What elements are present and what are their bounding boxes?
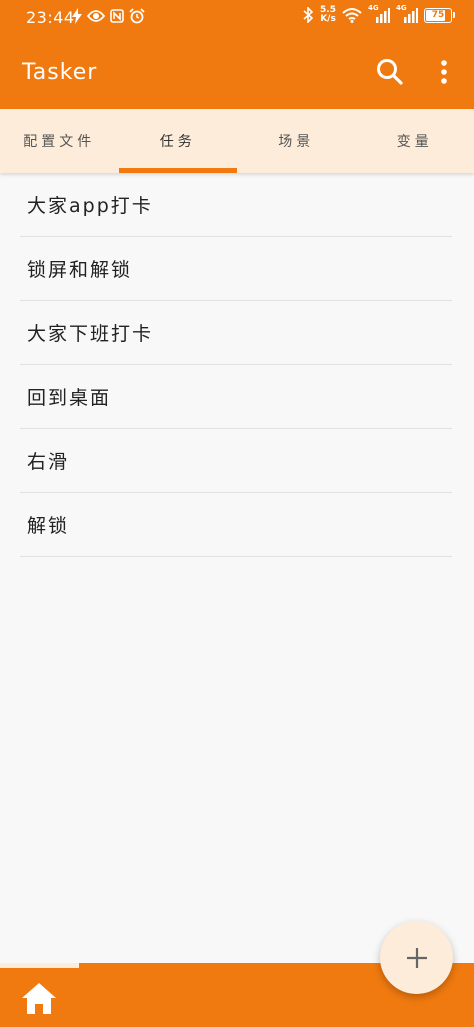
tab-tasks[interactable]: 任务 bbox=[118, 109, 238, 173]
task-item[interactable]: 大家app打卡 bbox=[20, 173, 452, 237]
plus-icon bbox=[406, 947, 427, 968]
tab-label: 场景 bbox=[278, 134, 315, 150]
tab-variables[interactable]: 变量 bbox=[356, 109, 474, 173]
status-right-icons: 5.5 K/s 4G 4G 75 bbox=[302, 4, 455, 24]
task-item[interactable]: 解锁 bbox=[20, 493, 452, 557]
task-list: 大家app打卡 锁屏和解锁 大家下班打卡 回到桌面 右滑 解锁 bbox=[20, 173, 452, 557]
home-icon bbox=[22, 983, 56, 1014]
speed-unit: K/s bbox=[320, 14, 336, 24]
tab-bar: 配置文件 任务 场景 变量 bbox=[0, 109, 474, 173]
flash-icon bbox=[72, 8, 82, 24]
tab-label: 变量 bbox=[396, 134, 433, 150]
search-button[interactable] bbox=[374, 56, 406, 88]
battery-indicator: 75 bbox=[424, 7, 455, 23]
signal-icon bbox=[376, 8, 390, 23]
wifi-icon bbox=[342, 8, 362, 23]
cell-signal-2: 4G bbox=[396, 4, 418, 23]
app-title: Tasker bbox=[22, 60, 98, 85]
network-speed: 5.5 K/s bbox=[320, 6, 336, 24]
status-left-icons bbox=[72, 8, 145, 24]
add-task-button[interactable] bbox=[380, 921, 453, 994]
tab-scenes[interactable]: 场景 bbox=[237, 109, 356, 173]
bluetooth-icon bbox=[303, 7, 314, 23]
search-icon bbox=[377, 59, 403, 85]
tab-label: 任务 bbox=[159, 134, 196, 150]
tab-label: 配置文件 bbox=[23, 134, 96, 150]
cell-signal-1: 4G bbox=[368, 4, 390, 23]
task-item[interactable]: 回到桌面 bbox=[20, 365, 452, 429]
app-bar: Tasker bbox=[0, 36, 474, 109]
more-vert-icon bbox=[441, 60, 447, 84]
nfc-icon bbox=[110, 9, 124, 23]
battery-level: 75 bbox=[431, 9, 445, 20]
tab-profiles[interactable]: 配置文件 bbox=[0, 109, 119, 173]
home-button[interactable] bbox=[20, 980, 58, 1018]
task-item[interactable]: 大家下班打卡 bbox=[20, 301, 452, 365]
task-item[interactable]: 锁屏和解锁 bbox=[20, 237, 452, 301]
alarm-icon bbox=[129, 8, 145, 24]
signal-icon bbox=[404, 8, 418, 23]
status-time: 23:44 bbox=[26, 8, 75, 27]
status-bar: 23:44 5.5 K/s 4G 4G 75 bbox=[0, 0, 474, 36]
task-item[interactable]: 右滑 bbox=[20, 429, 452, 493]
bottom-indicator bbox=[0, 963, 79, 968]
more-options-button[interactable] bbox=[432, 56, 456, 88]
eye-icon bbox=[87, 10, 105, 22]
